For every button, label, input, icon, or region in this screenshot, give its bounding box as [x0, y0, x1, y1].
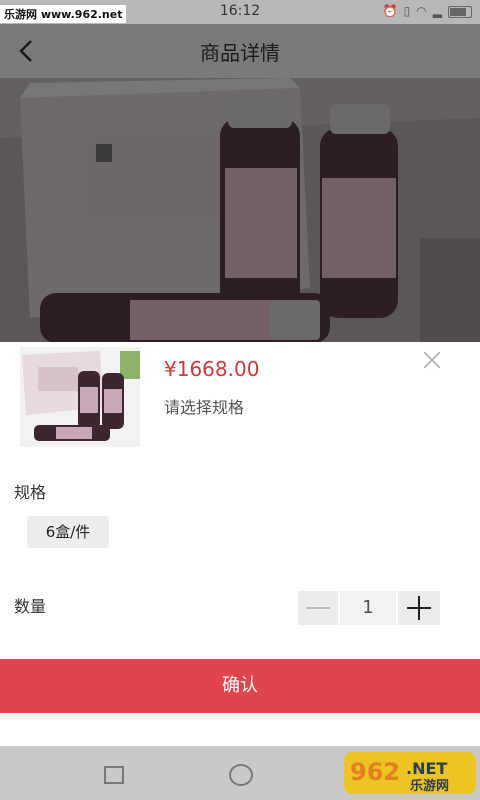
- wifi-icon: ◠: [416, 4, 433, 18]
- quantity-label: 数量: [14, 597, 47, 616]
- spec-selection-sheet: ¥1668.00 请选择规格 规格 6盒/件 数量 1 确认: [0, 342, 480, 746]
- product-price: ¥1668.00: [164, 357, 260, 381]
- recent-apps-icon[interactable]: [104, 766, 124, 784]
- spec-label: 规格: [14, 483, 47, 502]
- select-spec-hint: 请选择规格: [164, 398, 245, 417]
- quantity-value[interactable]: 1: [340, 591, 396, 625]
- confirm-button[interactable]: 确认: [0, 659, 480, 713]
- signal-icon: ▂: [432, 4, 448, 18]
- watermark-brand: 962: [350, 758, 400, 786]
- plus-icon: [407, 596, 431, 620]
- page-header: 商品详情: [0, 24, 480, 78]
- page-title: 商品详情: [200, 41, 280, 65]
- minus-icon: [306, 607, 330, 609]
- vibrate-icon: ▯: [403, 4, 417, 18]
- alarm-icon: ⏰: [382, 4, 404, 18]
- spec-option-chip[interactable]: 6盒/件: [27, 516, 109, 548]
- watermark-site: 乐游网: [410, 778, 449, 794]
- home-icon[interactable]: [229, 764, 253, 786]
- status-icons: ⏰▯◠▂: [383, 4, 472, 18]
- increase-button[interactable]: [398, 591, 440, 625]
- product-hero-image: [0, 78, 480, 342]
- close-icon: [423, 351, 441, 369]
- product-thumbnail: [20, 347, 140, 447]
- battery-icon: [448, 5, 472, 18]
- status-bar: 乐游网 www.962.net 16:12 ⏰▯◠▂: [0, 0, 480, 24]
- system-nav-bar: 962 .NET 乐游网: [0, 746, 480, 800]
- decrease-button[interactable]: [298, 591, 338, 625]
- watermark-tld: .NET: [406, 759, 447, 778]
- site-watermark-logo: 962 .NET 乐游网: [344, 752, 476, 794]
- close-button[interactable]: [420, 348, 444, 372]
- quantity-stepper: 1: [298, 591, 440, 625]
